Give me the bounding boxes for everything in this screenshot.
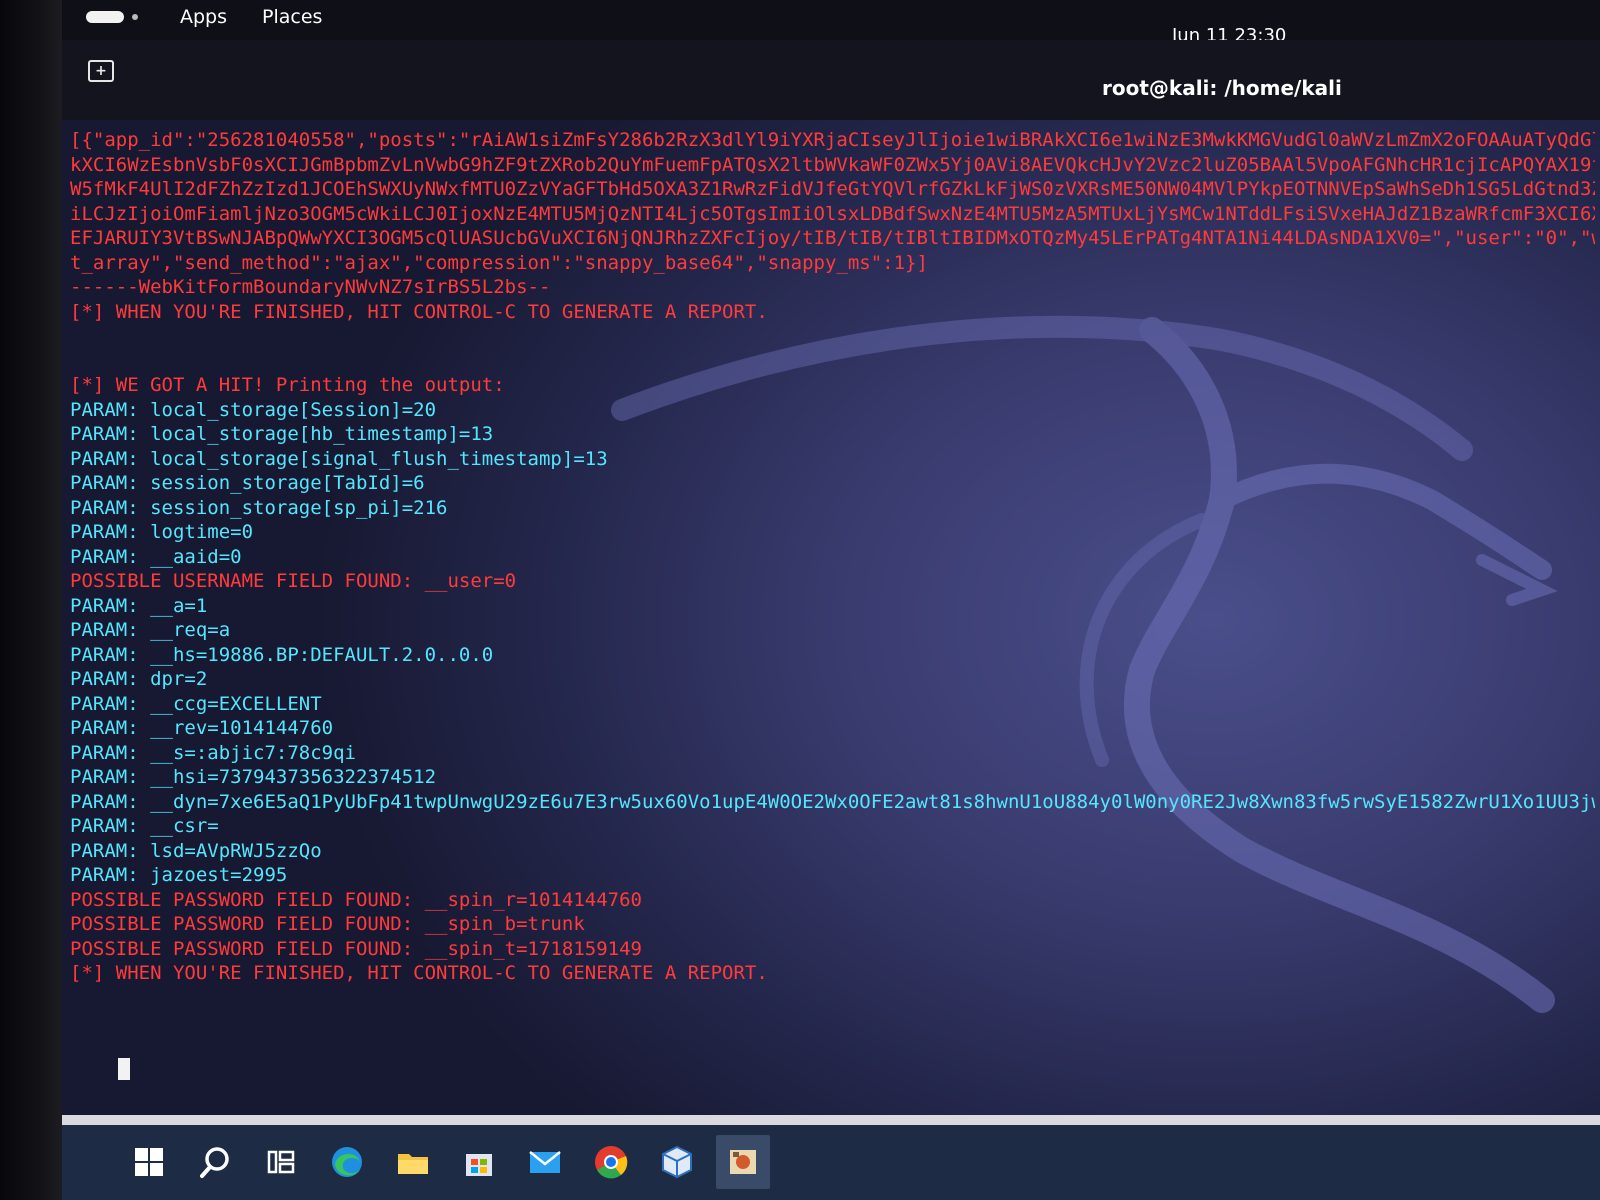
search-icon[interactable] [188, 1135, 242, 1189]
terminal-line: PARAM: local_storage[signal_flush_timest… [70, 447, 608, 470]
file-explorer-icon[interactable] [386, 1135, 440, 1189]
terminal-line: [{"app_id":"256281040558","posts":"rAiAW… [70, 129, 1595, 151]
terminal-line: PARAM: local_storage[Session]=20 [70, 398, 437, 421]
terminal-header: + root@kali: /home/kali [62, 40, 1600, 120]
new-tab-icon[interactable]: + [88, 60, 114, 82]
terminal-line: PARAM: __s=:abjic7:78c9qi [70, 741, 356, 764]
terminal-line: PARAM: __dyn=7xe6E5aQ1PyUbFp41twpUnwgU29… [70, 790, 1595, 813]
terminal-line: [*] WHEN YOU'RE FINISHED, HIT CONTROL-C … [70, 300, 768, 323]
terminal-line: PARAM: dpr=2 [70, 668, 208, 690]
terminal-line: t_array","send_method":"ajax","compressi… [70, 251, 928, 274]
terminal-output[interactable]: [{"app_id":"256281040558","posts":"rAiAW… [70, 128, 1595, 1108]
task-view-icon[interactable] [254, 1135, 308, 1189]
terminal-line: PARAM: __aaid=0 [70, 545, 242, 568]
terminal-line: POSSIBLE PASSWORD FIELD FOUND: __spin_b=… [70, 913, 585, 935]
microsoft-store-icon[interactable] [452, 1135, 506, 1189]
terminal-line: PARAM: __csr= [70, 815, 219, 837]
terminal-line: PARAM: session_storage[sp_pi]=216 [70, 496, 448, 519]
terminal-line: W5fMkF4UlI2dFZhZzIzd1JCOEhSWXUyNWxfMTU0Z… [70, 178, 1595, 200]
activities-indicator[interactable] [86, 11, 124, 23]
apps-menu[interactable]: Apps [180, 6, 227, 28]
terminal-line: PARAM: __a=1 [70, 594, 208, 617]
terminal-line: PARAM: logtime=0 [70, 521, 254, 543]
terminal-line: PARAM: jazoest=2995 [70, 864, 288, 886]
edge-browser-icon[interactable] [320, 1135, 374, 1189]
terminal-line: POSSIBLE PASSWORD FIELD FOUND: __spin_t=… [70, 937, 642, 960]
terminal-line: POSSIBLE USERNAME FIELD FOUND: __user=0 [70, 570, 517, 592]
terminal-line: [*] WHEN YOU'RE FINISHED, HIT CONTROL-C … [70, 962, 768, 984]
terminal-cursor [118, 1058, 130, 1080]
kali-desktop: Apps Places Jun 11 23:30 + root@kali: /h… [62, 0, 1600, 1115]
terminal-line: PARAM: __hsi=7379437356322374512 [70, 766, 437, 788]
virtualbox-icon[interactable] [650, 1135, 704, 1189]
terminal-line: PARAM: __ccg=EXCELLENT [70, 692, 322, 715]
terminal-line: PARAM: local_storage[hb_timestamp]=13 [70, 423, 494, 445]
monitor-bezel [0, 0, 62, 1200]
screen-bottom-edge [62, 1115, 1600, 1125]
windows-start-icon[interactable] [122, 1135, 176, 1189]
terminal-line: PARAM: lsd=AVpRWJ5zzQo [70, 839, 322, 862]
monitor-frame: Apps Places Jun 11 23:30 + root@kali: /h… [0, 0, 1600, 1200]
workspace-dot-icon [132, 14, 138, 20]
terminal-line: PARAM: session_storage[TabId]=6 [70, 472, 425, 494]
windows-taskbar [62, 1125, 1600, 1200]
terminal-line: iLCJzIjoiOmFiamljNzo3OGM5cWkiLCJ0IjoxNzE… [70, 202, 1595, 225]
terminal-title: root@kali: /home/kali [1102, 76, 1342, 100]
terminal-line: PARAM: __rev=1014144760 [70, 717, 334, 739]
terminal-line: PARAM: __hs=19886.BP:DEFAULT.2.0..0.0 [70, 643, 494, 666]
terminal-line: [*] WE GOT A HIT! Printing the output: [70, 374, 505, 396]
chrome-icon[interactable] [584, 1135, 638, 1189]
gnome-top-bar: Apps Places Jun 11 23:30 [62, 0, 1600, 46]
terminal-line: ------WebKitFormBoundaryNWvNZ7sIrBS5L2bs… [70, 276, 551, 298]
terminal-line: PARAM: __req=a [70, 619, 231, 641]
vm-app-icon[interactable] [716, 1135, 770, 1189]
terminal-line: POSSIBLE PASSWORD FIELD FOUND: __spin_r=… [70, 888, 642, 911]
terminal-line: kXCI6WzEsbnVsbF0sXCIJGmBpbmZvLnVwbG9hZF9… [70, 153, 1595, 176]
mail-icon[interactable] [518, 1135, 572, 1189]
terminal-line: EFJARUIY3VtBSwNJABpQWwYXCI3OGM5cQlUASUcb… [70, 227, 1595, 249]
places-menu[interactable]: Places [262, 6, 322, 28]
